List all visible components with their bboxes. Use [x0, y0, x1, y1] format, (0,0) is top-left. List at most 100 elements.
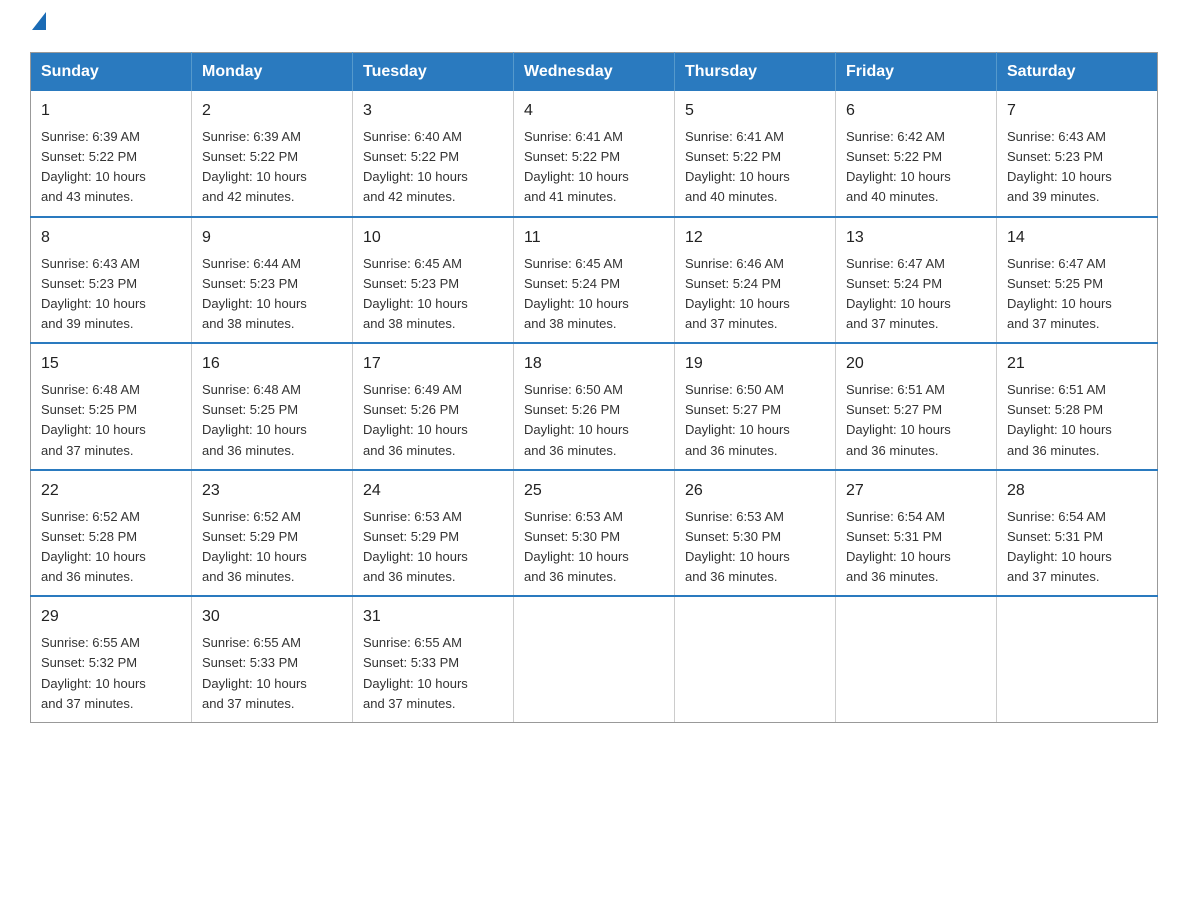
- calendar-cell: 16 Sunrise: 6:48 AMSunset: 5:25 PMDaylig…: [192, 343, 353, 470]
- calendar-cell: 7 Sunrise: 6:43 AMSunset: 5:23 PMDayligh…: [997, 91, 1158, 217]
- calendar-cell: 24 Sunrise: 6:53 AMSunset: 5:29 PMDaylig…: [353, 470, 514, 597]
- day-info: Sunrise: 6:43 AMSunset: 5:23 PMDaylight:…: [41, 256, 146, 331]
- calendar-cell: 27 Sunrise: 6:54 AMSunset: 5:31 PMDaylig…: [836, 470, 997, 597]
- day-number: 1: [41, 99, 181, 123]
- calendar-cell: [836, 596, 997, 722]
- calendar-cell: 18 Sunrise: 6:50 AMSunset: 5:26 PMDaylig…: [514, 343, 675, 470]
- calendar-cell: 12 Sunrise: 6:46 AMSunset: 5:24 PMDaylig…: [675, 217, 836, 344]
- day-number: 31: [363, 605, 503, 629]
- page-header: [30, 20, 1158, 32]
- calendar-cell: 22 Sunrise: 6:52 AMSunset: 5:28 PMDaylig…: [31, 470, 192, 597]
- calendar-cell: 8 Sunrise: 6:43 AMSunset: 5:23 PMDayligh…: [31, 217, 192, 344]
- day-number: 20: [846, 352, 986, 376]
- header-thursday: Thursday: [675, 53, 836, 92]
- day-number: 11: [524, 226, 664, 250]
- day-number: 13: [846, 226, 986, 250]
- day-info: Sunrise: 6:51 AMSunset: 5:27 PMDaylight:…: [846, 382, 951, 457]
- day-info: Sunrise: 6:54 AMSunset: 5:31 PMDaylight:…: [1007, 509, 1112, 584]
- day-info: Sunrise: 6:42 AMSunset: 5:22 PMDaylight:…: [846, 129, 951, 204]
- calendar-cell: 25 Sunrise: 6:53 AMSunset: 5:30 PMDaylig…: [514, 470, 675, 597]
- calendar-header-row: SundayMondayTuesdayWednesdayThursdayFrid…: [31, 53, 1158, 92]
- day-info: Sunrise: 6:50 AMSunset: 5:26 PMDaylight:…: [524, 382, 629, 457]
- header-wednesday: Wednesday: [514, 53, 675, 92]
- calendar-cell: 17 Sunrise: 6:49 AMSunset: 5:26 PMDaylig…: [353, 343, 514, 470]
- week-row-5: 29 Sunrise: 6:55 AMSunset: 5:32 PMDaylig…: [31, 596, 1158, 722]
- header-saturday: Saturday: [997, 53, 1158, 92]
- day-info: Sunrise: 6:40 AMSunset: 5:22 PMDaylight:…: [363, 129, 468, 204]
- day-info: Sunrise: 6:48 AMSunset: 5:25 PMDaylight:…: [41, 382, 146, 457]
- calendar-cell: 13 Sunrise: 6:47 AMSunset: 5:24 PMDaylig…: [836, 217, 997, 344]
- calendar-cell: 15 Sunrise: 6:48 AMSunset: 5:25 PMDaylig…: [31, 343, 192, 470]
- day-number: 6: [846, 99, 986, 123]
- day-number: 8: [41, 226, 181, 250]
- calendar-cell: 26 Sunrise: 6:53 AMSunset: 5:30 PMDaylig…: [675, 470, 836, 597]
- day-number: 16: [202, 352, 342, 376]
- day-info: Sunrise: 6:39 AMSunset: 5:22 PMDaylight:…: [41, 129, 146, 204]
- calendar-cell: 14 Sunrise: 6:47 AMSunset: 5:25 PMDaylig…: [997, 217, 1158, 344]
- calendar-cell: 5 Sunrise: 6:41 AMSunset: 5:22 PMDayligh…: [675, 91, 836, 217]
- day-info: Sunrise: 6:44 AMSunset: 5:23 PMDaylight:…: [202, 256, 307, 331]
- calendar-cell: 2 Sunrise: 6:39 AMSunset: 5:22 PMDayligh…: [192, 91, 353, 217]
- day-number: 24: [363, 479, 503, 503]
- day-info: Sunrise: 6:53 AMSunset: 5:30 PMDaylight:…: [685, 509, 790, 584]
- day-info: Sunrise: 6:52 AMSunset: 5:29 PMDaylight:…: [202, 509, 307, 584]
- calendar-cell: 11 Sunrise: 6:45 AMSunset: 5:24 PMDaylig…: [514, 217, 675, 344]
- day-info: Sunrise: 6:55 AMSunset: 5:32 PMDaylight:…: [41, 635, 146, 710]
- week-row-3: 15 Sunrise: 6:48 AMSunset: 5:25 PMDaylig…: [31, 343, 1158, 470]
- day-number: 15: [41, 352, 181, 376]
- day-info: Sunrise: 6:47 AMSunset: 5:24 PMDaylight:…: [846, 256, 951, 331]
- day-info: Sunrise: 6:51 AMSunset: 5:28 PMDaylight:…: [1007, 382, 1112, 457]
- day-number: 27: [846, 479, 986, 503]
- week-row-1: 1 Sunrise: 6:39 AMSunset: 5:22 PMDayligh…: [31, 91, 1158, 217]
- day-info: Sunrise: 6:46 AMSunset: 5:24 PMDaylight:…: [685, 256, 790, 331]
- day-number: 4: [524, 99, 664, 123]
- day-info: Sunrise: 6:53 AMSunset: 5:29 PMDaylight:…: [363, 509, 468, 584]
- calendar-cell: 19 Sunrise: 6:50 AMSunset: 5:27 PMDaylig…: [675, 343, 836, 470]
- calendar-table: SundayMondayTuesdayWednesdayThursdayFrid…: [30, 52, 1158, 723]
- header-friday: Friday: [836, 53, 997, 92]
- calendar-cell: 21 Sunrise: 6:51 AMSunset: 5:28 PMDaylig…: [997, 343, 1158, 470]
- day-info: Sunrise: 6:55 AMSunset: 5:33 PMDaylight:…: [202, 635, 307, 710]
- calendar-cell: [997, 596, 1158, 722]
- header-monday: Monday: [192, 53, 353, 92]
- calendar-cell: 30 Sunrise: 6:55 AMSunset: 5:33 PMDaylig…: [192, 596, 353, 722]
- day-number: 3: [363, 99, 503, 123]
- week-row-4: 22 Sunrise: 6:52 AMSunset: 5:28 PMDaylig…: [31, 470, 1158, 597]
- calendar-cell: 31 Sunrise: 6:55 AMSunset: 5:33 PMDaylig…: [353, 596, 514, 722]
- day-number: 26: [685, 479, 825, 503]
- calendar-cell: 28 Sunrise: 6:54 AMSunset: 5:31 PMDaylig…: [997, 470, 1158, 597]
- day-number: 12: [685, 226, 825, 250]
- day-info: Sunrise: 6:52 AMSunset: 5:28 PMDaylight:…: [41, 509, 146, 584]
- calendar-cell: 20 Sunrise: 6:51 AMSunset: 5:27 PMDaylig…: [836, 343, 997, 470]
- day-number: 14: [1007, 226, 1147, 250]
- calendar-cell: [675, 596, 836, 722]
- calendar-cell: 29 Sunrise: 6:55 AMSunset: 5:32 PMDaylig…: [31, 596, 192, 722]
- day-number: 9: [202, 226, 342, 250]
- day-number: 28: [1007, 479, 1147, 503]
- calendar-cell: 9 Sunrise: 6:44 AMSunset: 5:23 PMDayligh…: [192, 217, 353, 344]
- day-number: 17: [363, 352, 503, 376]
- day-info: Sunrise: 6:41 AMSunset: 5:22 PMDaylight:…: [685, 129, 790, 204]
- day-number: 18: [524, 352, 664, 376]
- day-info: Sunrise: 6:41 AMSunset: 5:22 PMDaylight:…: [524, 129, 629, 204]
- day-number: 22: [41, 479, 181, 503]
- calendar-cell: 4 Sunrise: 6:41 AMSunset: 5:22 PMDayligh…: [514, 91, 675, 217]
- day-number: 30: [202, 605, 342, 629]
- day-number: 25: [524, 479, 664, 503]
- logo-triangle-icon: [32, 12, 46, 30]
- day-info: Sunrise: 6:54 AMSunset: 5:31 PMDaylight:…: [846, 509, 951, 584]
- day-number: 29: [41, 605, 181, 629]
- day-number: 19: [685, 352, 825, 376]
- header-sunday: Sunday: [31, 53, 192, 92]
- day-info: Sunrise: 6:39 AMSunset: 5:22 PMDaylight:…: [202, 129, 307, 204]
- calendar-cell: 10 Sunrise: 6:45 AMSunset: 5:23 PMDaylig…: [353, 217, 514, 344]
- calendar-cell: 3 Sunrise: 6:40 AMSunset: 5:22 PMDayligh…: [353, 91, 514, 217]
- day-info: Sunrise: 6:53 AMSunset: 5:30 PMDaylight:…: [524, 509, 629, 584]
- calendar-cell: 1 Sunrise: 6:39 AMSunset: 5:22 PMDayligh…: [31, 91, 192, 217]
- day-info: Sunrise: 6:45 AMSunset: 5:23 PMDaylight:…: [363, 256, 468, 331]
- day-info: Sunrise: 6:47 AMSunset: 5:25 PMDaylight:…: [1007, 256, 1112, 331]
- day-info: Sunrise: 6:55 AMSunset: 5:33 PMDaylight:…: [363, 635, 468, 710]
- day-number: 10: [363, 226, 503, 250]
- day-number: 7: [1007, 99, 1147, 123]
- calendar-cell: 23 Sunrise: 6:52 AMSunset: 5:29 PMDaylig…: [192, 470, 353, 597]
